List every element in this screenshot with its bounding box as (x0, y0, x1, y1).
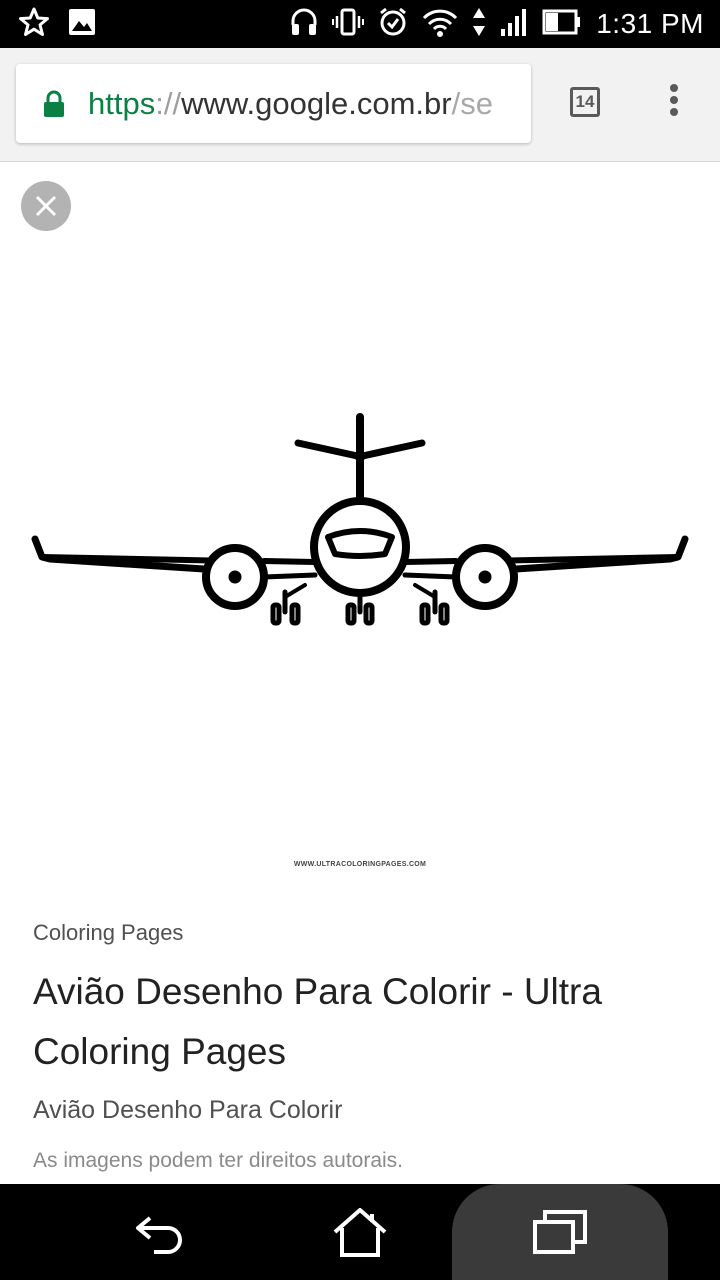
menu-dot-icon (670, 84, 678, 92)
address-bar[interactable]: https://www.google.com.br/se (16, 64, 531, 143)
wifi-icon (422, 7, 458, 42)
image-details: Coloring Pages Avião Desenho Para Colori… (33, 918, 683, 1176)
navigation-bar (0, 1184, 720, 1280)
url-separator: :// (155, 86, 182, 121)
vibrate-icon (332, 7, 365, 42)
tab-switcher-button[interactable]: 14 (570, 87, 600, 117)
headset-icon (290, 7, 318, 42)
alarm-icon (378, 7, 408, 42)
image-notification-icon (68, 8, 96, 41)
data-arrows-icon (472, 7, 486, 42)
result-subtitle: Avião Desenho Para Colorir (33, 1096, 343, 1124)
overflow-menu-button[interactable] (660, 84, 688, 120)
home-icon (333, 1208, 387, 1257)
status-bar: 1:31 PM (0, 0, 720, 48)
status-bar-right: 1:31 PM (290, 6, 704, 42)
url-scheme: https (88, 86, 156, 121)
back-button[interactable] (110, 1184, 210, 1280)
url-host: www.google.com.br (181, 86, 452, 121)
close-icon (35, 195, 57, 217)
star-icon (18, 6, 50, 43)
recents-button[interactable] (452, 1184, 668, 1280)
recents-icon (533, 1210, 587, 1254)
menu-dot-icon (670, 108, 678, 116)
result-title[interactable]: Avião Desenho Para Colorir - Ultra Color… (33, 962, 683, 1082)
url-text[interactable]: https://www.google.com.br/se (88, 84, 518, 124)
menu-dot-icon (670, 96, 678, 104)
status-bar-left (18, 6, 96, 43)
url-path: /se (451, 86, 493, 121)
browser-toolbar: https://www.google.com.br/se 14 (0, 48, 720, 162)
close-button[interactable] (21, 181, 71, 231)
signal-icon (500, 7, 528, 42)
lock-icon (43, 90, 65, 123)
image-viewer: WWW.ULTRACOLORINGPAGES.COM Coloring Page… (0, 162, 720, 1184)
airplane-coloring-image[interactable] (30, 407, 690, 627)
source-site[interactable]: Coloring Pages (33, 918, 683, 948)
url-fade (491, 64, 531, 143)
image-watermark: WWW.ULTRACOLORINGPAGES.COM (293, 861, 427, 868)
copyright-notice: As imagens podem ter direitos autorais. (33, 1149, 404, 1172)
home-button[interactable] (310, 1184, 410, 1280)
status-clock: 1:31 PM (596, 8, 704, 39)
back-icon (136, 1216, 182, 1254)
battery-icon (542, 8, 582, 41)
